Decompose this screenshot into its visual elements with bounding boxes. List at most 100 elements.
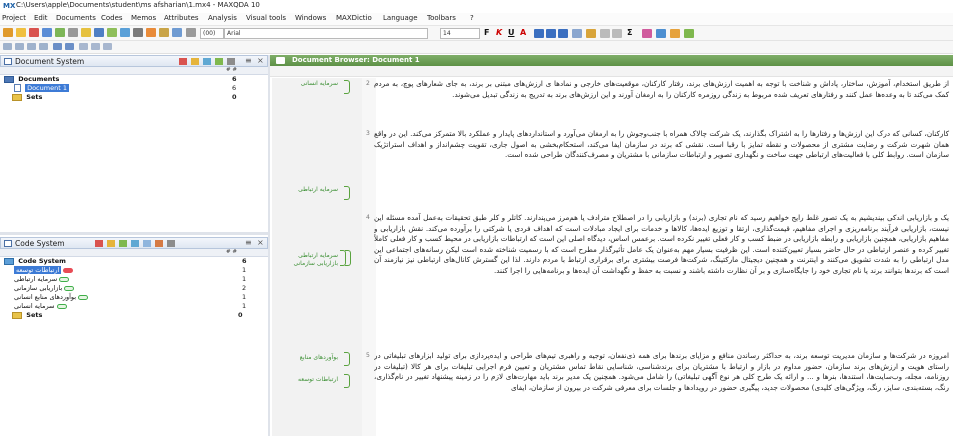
font-size-select[interactable]: 14 — [440, 28, 480, 39]
search-doc-icon[interactable] — [53, 43, 62, 50]
tree-row-document-1[interactable]: Document 1 6 — [14, 84, 266, 93]
dictio-icon[interactable] — [186, 28, 196, 37]
code-search-icon[interactable] — [167, 240, 175, 247]
code-bracket-icon[interactable] — [344, 80, 350, 94]
code-label[interactable]: بازاریابی سازمانی — [284, 260, 338, 267]
code-color-icon[interactable] — [155, 240, 163, 247]
italic-button[interactable]: K — [496, 28, 502, 37]
pin-code-panel-icon[interactable]: ≡ — [245, 238, 252, 247]
delete-icon[interactable] — [179, 58, 187, 65]
menu-visual-tools[interactable]: Visual tools — [246, 14, 286, 22]
menu-edit[interactable]: Edit — [34, 14, 48, 22]
align-right-icon[interactable] — [558, 29, 568, 38]
tree-row-documents[interactable]: Documents 6 — [4, 75, 266, 84]
code-bracket-icon[interactable] — [344, 352, 350, 366]
close-project-icon[interactable] — [29, 28, 39, 37]
paste-icon[interactable] — [586, 29, 596, 38]
font-name-select[interactable]: Arial — [224, 28, 428, 39]
code-table-icon[interactable] — [143, 240, 151, 247]
code-bracket-icon[interactable] — [344, 374, 350, 388]
menu-codes[interactable]: Codes — [101, 14, 123, 22]
tree-icon[interactable] — [3, 43, 12, 50]
menu-project[interactable]: Project — [2, 14, 26, 22]
close-panel-icon[interactable]: × — [257, 56, 264, 65]
filter-icon[interactable] — [227, 58, 235, 65]
search-code-icon[interactable] — [65, 43, 74, 50]
save-icon[interactable] — [42, 28, 52, 37]
menu-maxdictio[interactable]: MAXDictio — [336, 14, 372, 22]
menu-attributes[interactable]: Attributes — [164, 14, 199, 22]
layout-icon[interactable] — [91, 43, 100, 50]
column-header-label: # # — [226, 67, 237, 73]
menu-windows[interactable]: Windows — [295, 14, 326, 22]
map-icon[interactable] — [159, 28, 169, 37]
coded-count: 2 — [242, 284, 247, 292]
undo-icon[interactable] — [572, 29, 582, 38]
code-color-red-icon — [63, 267, 74, 273]
code-label[interactable]: سرمایه ارتباطی — [286, 252, 338, 259]
tree-row-code-3[interactable]: بازاریابی سازمانی 2 — [14, 284, 266, 293]
visual-icon[interactable] — [146, 28, 156, 37]
tree-row-code-2[interactable]: سرمایه ارتباطی 1 — [14, 275, 266, 284]
expand-icon[interactable] — [15, 43, 24, 50]
align-left-icon[interactable] — [534, 29, 544, 38]
delete-code-icon[interactable] — [95, 240, 103, 247]
tree-label: Documents — [18, 75, 60, 83]
import-icon[interactable] — [55, 28, 65, 37]
panel-splitter[interactable] — [0, 232, 268, 235]
collapse-icon[interactable] — [27, 43, 36, 50]
tree-row-code-4[interactable]: بوآوردهای منابع انسانی 1 — [14, 293, 266, 302]
activate-icon[interactable] — [215, 58, 223, 65]
menu-analysis[interactable]: Analysis — [208, 14, 237, 22]
tree-row-code-5[interactable]: سرمایه انسانی 1 — [14, 302, 266, 311]
tree-row-code-sets[interactable]: Sets 0 — [12, 311, 266, 320]
cut-icon[interactable] — [600, 29, 610, 38]
document-add-icon[interactable] — [203, 58, 211, 65]
code-label[interactable]: ارتباطات توسعه — [292, 376, 338, 383]
pin-panel-icon[interactable]: ≡ — [245, 56, 252, 65]
font-color-button[interactable]: A — [520, 28, 526, 37]
window-icon[interactable] — [103, 43, 112, 50]
folder-add-icon[interactable] — [191, 58, 199, 65]
matrix-icon[interactable] — [172, 28, 182, 37]
copy-icon[interactable] — [612, 29, 622, 38]
code-label[interactable]: سرمایه انسانی — [294, 80, 338, 87]
code-bracket-icon[interactable] — [344, 186, 350, 200]
open-project-icon[interactable] — [16, 28, 26, 37]
document-browser-toolbar — [270, 66, 953, 77]
code-bracket-icon[interactable] — [345, 250, 351, 266]
memo-icon[interactable] — [81, 28, 91, 37]
code-label[interactable]: بوآوردهای منابع — [288, 354, 338, 361]
underline-button[interactable]: U — [508, 28, 515, 37]
menu-language[interactable]: Language — [383, 14, 418, 22]
pin-icon[interactable] — [642, 29, 652, 38]
close-code-panel-icon[interactable]: × — [257, 238, 264, 247]
link-icon[interactable] — [68, 28, 78, 37]
menu-memos[interactable]: Memos — [131, 14, 156, 22]
new-project-icon[interactable] — [3, 28, 13, 37]
search-icon[interactable] — [133, 28, 143, 37]
code-icon[interactable] — [107, 28, 117, 37]
tree-row-code-1[interactable]: ارتباطات توسعه 1 — [14, 266, 266, 275]
style-selector[interactable]: (00) — [200, 28, 224, 39]
code-memo-icon[interactable] — [131, 240, 139, 247]
grid-icon[interactable] — [79, 43, 88, 50]
list-icon[interactable] — [39, 43, 48, 50]
code-folder-icon[interactable] — [107, 240, 115, 247]
menu-toolbars[interactable]: Toolbars — [427, 14, 456, 22]
color-code-icon[interactable] — [684, 29, 694, 38]
tree-row-sets[interactable]: Sets 0 — [12, 93, 266, 102]
table-icon[interactable] — [94, 28, 104, 37]
code-label[interactable]: سرمایه ارتباطی — [290, 186, 338, 193]
retrieve-icon[interactable] — [120, 28, 130, 37]
bold-button[interactable]: F — [484, 28, 489, 37]
menu-help[interactable]: ? — [470, 14, 474, 22]
weight-icon[interactable] — [656, 29, 666, 38]
paragraph-number: 5 — [366, 352, 370, 359]
new-code-icon[interactable] — [119, 240, 127, 247]
sum-button[interactable]: Σ — [627, 28, 632, 37]
menu-documents[interactable]: Documents — [56, 14, 96, 22]
emoticon-icon[interactable] — [670, 29, 680, 38]
tree-row-code-system[interactable]: Code System 6 — [4, 257, 266, 266]
align-center-icon[interactable] — [546, 29, 556, 38]
